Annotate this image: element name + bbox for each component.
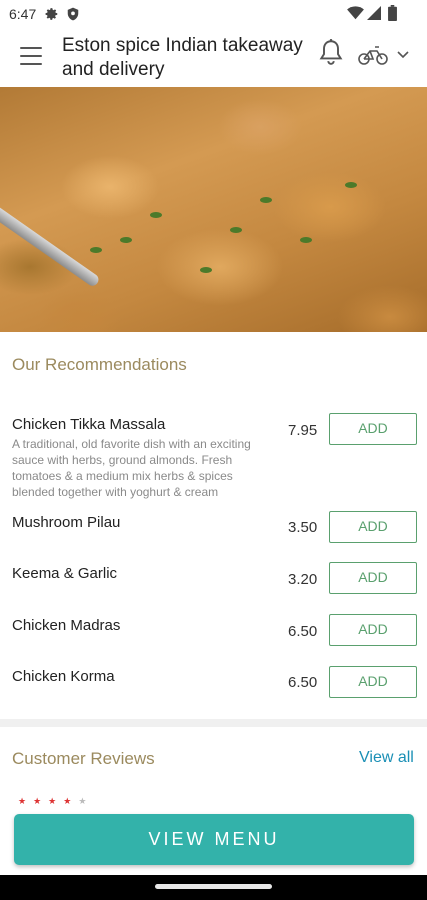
view-menu-button[interactable]: VIEW MENU xyxy=(14,814,414,865)
star-icon: ★ xyxy=(63,796,79,806)
bike-icon[interactable] xyxy=(358,44,388,66)
signal-icon xyxy=(367,6,381,20)
dish-price: 6.50 xyxy=(288,623,318,640)
battery-icon xyxy=(388,5,397,21)
recommendations-title: Our Recommendations xyxy=(12,355,187,374)
hero-food-image xyxy=(0,87,427,332)
gear-icon xyxy=(45,8,58,20)
chevron-down-icon[interactable] xyxy=(397,50,409,60)
dish-price: 3.20 xyxy=(288,571,318,588)
status-time: 6:47 xyxy=(9,6,37,22)
add-button[interactable]: ADD xyxy=(329,614,417,646)
dish-name: Mushroom Pilau xyxy=(12,514,121,531)
reviews-title: Customer Reviews xyxy=(12,749,155,768)
spoon-graphic xyxy=(0,197,101,289)
star-icon: ★ xyxy=(48,796,64,806)
system-nav-bar xyxy=(0,875,427,900)
dish-price: 3.50 xyxy=(288,519,318,536)
dish-price: 6.50 xyxy=(288,674,318,691)
star-icon: ★ xyxy=(78,796,94,806)
bell-icon[interactable] xyxy=(318,38,344,66)
hamburger-menu-icon[interactable] xyxy=(20,47,42,65)
home-gesture-pill[interactable] xyxy=(155,884,272,889)
dish-name: Chicken Tikka Massala xyxy=(12,416,166,433)
dish-name: Keema & Garlic xyxy=(12,565,118,582)
app-bar: Eston spice Indian takeaway and delivery xyxy=(0,28,427,87)
add-button[interactable]: ADD xyxy=(329,511,417,543)
dish-name: Chicken Madras xyxy=(12,617,121,634)
shield-icon xyxy=(67,7,79,21)
dish-price: 7.95 xyxy=(288,422,318,439)
view-all-link[interactable]: View all xyxy=(359,749,414,767)
dish-description: A traditional, old favorite dish with an… xyxy=(12,437,251,499)
rating-stars: ★★★★★ xyxy=(18,796,93,806)
status-bar: 6:47 xyxy=(0,0,427,28)
section-divider xyxy=(0,719,427,727)
wifi-icon xyxy=(347,6,364,20)
star-icon: ★ xyxy=(18,796,34,806)
app-title: Eston spice Indian takeaway and delivery xyxy=(62,35,303,80)
dish-name: Chicken Korma xyxy=(12,668,115,685)
add-button[interactable]: ADD xyxy=(329,562,417,594)
star-icon: ★ xyxy=(33,796,49,806)
add-button[interactable]: ADD xyxy=(329,666,417,698)
add-button[interactable]: ADD xyxy=(329,413,417,445)
